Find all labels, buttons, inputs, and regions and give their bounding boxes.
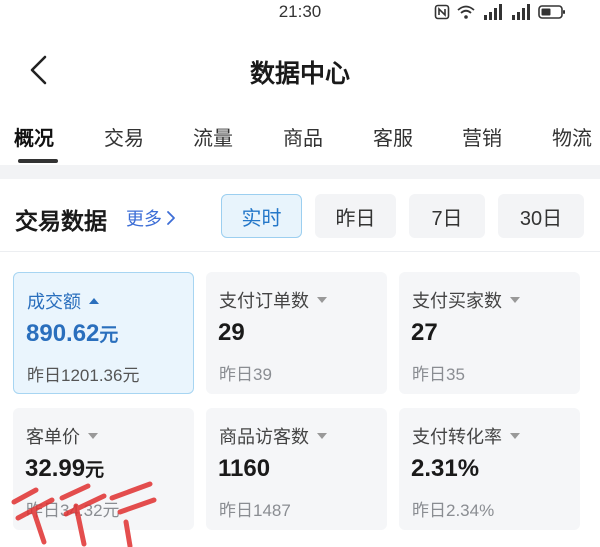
metric-value: 1160 — [218, 455, 271, 482]
metric-value: 32.99元 — [25, 455, 105, 482]
more-link[interactable]: 更多 — [126, 205, 176, 231]
metric-card-paid-buyers[interactable]: 支付买家数 27 昨日35 — [399, 272, 580, 394]
tab-bar: 概况 交易 流量 商品 客服 营销 物流 — [0, 112, 600, 164]
page-title: 数据中心 — [249, 60, 350, 88]
tab-logistics[interactable]: 物流 — [552, 122, 592, 151]
metric-label: 商品访客数 — [219, 423, 327, 449]
active-tab-indicator — [18, 159, 58, 163]
metric-value: 27 — [411, 319, 438, 346]
nfc-icon — [434, 4, 450, 20]
metric-card-gmv[interactable]: 成交额 890.62元 昨日1201.36元 — [13, 272, 194, 394]
section-divider — [0, 165, 600, 179]
status-bar: 21:30 — [0, 0, 600, 26]
metric-card-avg-order-value[interactable]: 客单价 32.99元 昨日34.32元 — [13, 408, 194, 530]
trade-data-header: 交易数据 更多 实时 昨日 7日 30日 — [0, 180, 600, 252]
metric-value: 2.31% — [411, 455, 480, 482]
metric-label: 支付订单数 — [219, 287, 327, 313]
metric-value: 29 — [218, 319, 245, 346]
range-realtime-button[interactable]: 实时 — [221, 194, 302, 238]
caret-down-icon — [510, 297, 520, 303]
caret-up-icon — [89, 298, 99, 304]
signal-5g-icon — [512, 4, 530, 20]
range-7days-button[interactable]: 7日 — [409, 194, 485, 238]
metric-compare: 昨日35 — [412, 365, 465, 384]
metric-label: 成交额 — [27, 288, 99, 314]
tab-trade[interactable]: 交易 — [104, 122, 144, 151]
nav-bar: 数据中心 — [0, 40, 600, 100]
metric-label: 支付买家数 — [412, 287, 520, 313]
more-label: 更多 — [126, 209, 162, 229]
range-30days-button[interactable]: 30日 — [498, 194, 584, 238]
battery-icon — [538, 5, 565, 19]
tab-customer-service[interactable]: 客服 — [373, 122, 413, 151]
metric-card-paid-orders[interactable]: 支付订单数 29 昨日39 — [206, 272, 387, 394]
metric-compare: 昨日1487 — [219, 501, 291, 520]
metric-label: 客单价 — [26, 423, 98, 449]
status-icons — [434, 4, 566, 20]
caret-down-icon — [317, 433, 327, 439]
metric-compare: 昨日1201.36元 — [27, 366, 140, 385]
section-title: 交易数据 — [15, 208, 107, 234]
metric-card-product-visitors[interactable]: 商品访客数 1160 昨日1487 — [206, 408, 387, 530]
range-yesterday-button[interactable]: 昨日 — [315, 194, 396, 238]
tab-marketing[interactable]: 营销 — [462, 122, 502, 151]
signal-4g-icon — [484, 4, 502, 20]
metric-label: 支付转化率 — [412, 423, 520, 449]
caret-down-icon — [317, 297, 327, 303]
chevron-right-icon — [167, 211, 175, 225]
caret-down-icon — [510, 433, 520, 439]
wifi-icon — [457, 5, 475, 19]
metric-value: 890.62元 — [26, 320, 119, 347]
metric-card-conversion-rate[interactable]: 支付转化率 2.31% 昨日2.34% — [399, 408, 580, 530]
tab-traffic[interactable]: 流量 — [193, 122, 233, 151]
tab-products[interactable]: 商品 — [283, 122, 323, 151]
metric-compare: 昨日39 — [219, 365, 272, 384]
caret-down-icon — [88, 433, 98, 439]
metric-compare: 昨日2.34% — [412, 501, 495, 520]
tab-overview[interactable]: 概况 — [14, 122, 54, 151]
metric-compare: 昨日34.32元 — [26, 501, 120, 520]
